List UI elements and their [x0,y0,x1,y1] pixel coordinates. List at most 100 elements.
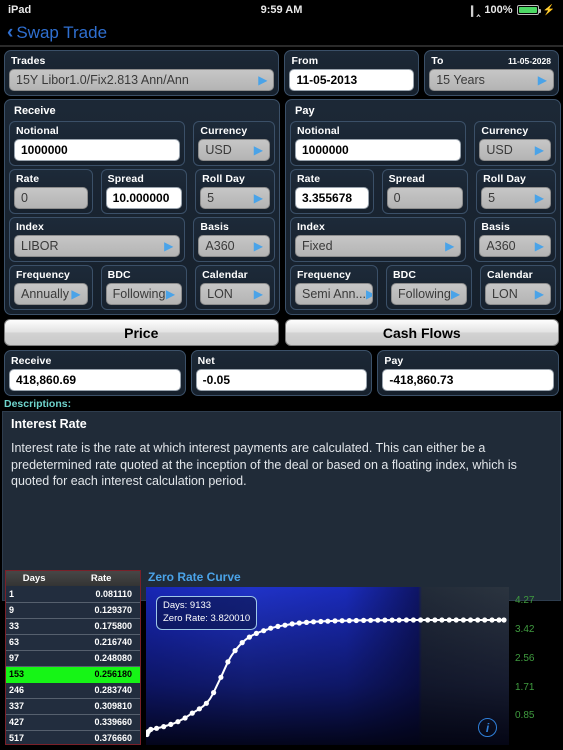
zero-rate-table-body: 1 0.081110 9 0.129370 33 0.175800 63 0.216740 97… [6,586,140,744]
cell-days: 153 [6,666,63,683]
cell-days: 427 [6,714,63,731]
pay-spread-label: Spread [388,173,425,185]
table-row[interactable]: 63 0.216740 [6,634,140,651]
pay-panel: Pay Notional 1000000 Currency USD ▶ Rate… [285,99,561,315]
result-pay-value: -418,860.73 [389,373,454,387]
pay-calendar-group: Calendar LON ▶ [480,265,556,310]
receive-index-select[interactable]: LIBOR ▶ [14,235,181,257]
pay-rollday-select[interactable]: 5 ▶ [481,187,551,209]
from-panel: From 11-05-2013 [284,50,420,96]
receive-notional-input[interactable]: 1000000 [14,139,181,161]
receive-bdc-value: Following [112,287,166,301]
receive-notional-value: 1000000 [21,143,68,157]
chevron-right-icon: ▶ [71,287,81,301]
receive-bdc-group: BDC Following ▶ [100,265,188,310]
receive-spread-input[interactable]: 10.000000 [105,187,183,209]
pay-spread-input[interactable]: 0 [386,187,464,209]
table-row[interactable]: 337 0.309810 [6,698,140,715]
pay-calendar-select[interactable]: LON ▶ [485,283,551,305]
receive-calendar-group: Calendar LON ▶ [195,265,275,310]
pay-rollday-label: Roll Day [483,173,526,185]
receive-bdc-select[interactable]: Following ▶ [105,283,183,305]
from-value: 11-05-2013 [296,73,358,87]
cell-days: 517 [6,730,63,744]
receive-notional-group: Notional 1000000 [9,121,186,166]
cell-rate: 0.129370 [62,602,140,619]
table-row[interactable]: 153 0.256180 [6,666,140,683]
pay-index-select[interactable]: Fixed ▶ [295,235,462,257]
chevron-right-icon: ▶ [534,239,544,253]
receive-calendar-select[interactable]: LON ▶ [200,283,270,305]
receive-index-group: Index LIBOR ▶ [9,217,186,262]
trades-value: 15Y Libor1.0/Fix2.813 Ann/Ann [16,73,189,87]
table-row[interactable]: 517 0.376660 [6,730,140,744]
pay-basis-select[interactable]: A360 ▶ [479,235,551,257]
price-button[interactable]: Price [4,319,279,346]
zero-rate-table: Days Rate 1 0.081110 9 0.129370 33 0.175800 63… [6,571,140,744]
cell-days: 9 [6,602,63,619]
table-row[interactable]: 1 0.081110 [6,586,140,603]
result-receive-panel: Receive 418,860.69 [4,350,186,396]
table-row[interactable]: 97 0.248080 [6,650,140,667]
pay-rate-label: Rate [297,173,321,185]
chart-plot-area[interactable]: Days: 9133 Zero Rate: 3.820010 i [144,587,509,745]
zero-rate-section: Days Rate 1 0.081110 9 0.129370 33 0.175800 63… [0,570,563,750]
pay-notional-input[interactable]: 1000000 [295,139,462,161]
y-axis-tick: 2.56 [515,652,535,664]
receive-currency-label: Currency [200,125,248,137]
pay-calendar-label: Calendar [487,269,533,281]
column-header-days: Days [6,571,63,586]
back-button[interactable]: ‹ Swap Trade [7,23,107,43]
pay-frequency-label: Frequency [297,269,351,281]
table-row[interactable]: 246 0.283740 [6,682,140,699]
pay-currency-value: USD [486,143,513,157]
cell-days: 337 [6,698,63,715]
receive-spread-group: Spread 10.000000 [100,169,188,214]
cash-flows-button[interactable]: Cash Flows [284,319,559,346]
receive-index-label: Index [16,221,44,233]
receive-basis-select[interactable]: A360 ▶ [198,235,270,257]
pay-bdc-select[interactable]: Following ▶ [391,283,468,305]
result-receive-label: Receive [11,355,52,367]
from-label: From [291,55,319,67]
cell-rate: 0.216740 [62,634,140,651]
to-select[interactable]: 15 Years ▶ [429,69,554,91]
cell-rate: 0.376660 [62,730,140,744]
trades-select[interactable]: 15Y Libor1.0/Fix2.813 Ann/Ann ▶ [9,69,275,91]
battery-percent: 100% [484,4,513,16]
chevron-right-icon: ▶ [253,239,263,253]
legs-row: Receive Notional 1000000 Currency USD ▶ [4,99,561,315]
descriptions-label: Descriptions: [4,398,72,410]
info-icon[interactable]: i [478,718,497,737]
receive-currency-value: USD [205,143,232,157]
column-header-rate: Rate [62,571,140,586]
zero-rate-chart: Zero Rate Curve Days: 9133 Zero Rate: 3.… [144,570,509,750]
descriptions-title: Interest Rate [11,417,87,431]
chart-title: Zero Rate Curve [148,570,241,584]
pay-basis-value: A360 [486,239,516,253]
receive-rate-input[interactable]: 0 [14,187,88,209]
zero-rate-table-wrap[interactable]: Days Rate 1 0.081110 9 0.129370 33 0.175800 63… [5,570,141,745]
pay-currency-select[interactable]: USD ▶ [479,139,551,161]
pay-frequency-select[interactable]: Semi Ann... ▶ [295,283,373,305]
pay-index-value: Fixed [302,239,333,253]
table-row[interactable]: 9 0.129370 [6,602,140,619]
cell-rate: 0.309810 [62,698,140,715]
pay-rate-value: 3.355678 [302,191,353,205]
battery-icon [516,5,541,15]
pay-rate-input[interactable]: 3.355678 [295,187,369,209]
receive-currency-select[interactable]: USD ▶ [198,139,270,161]
pay-bdc-group: BDC Following ▶ [386,265,473,310]
receive-rollday-select[interactable]: 5 ▶ [200,187,270,209]
pay-notional-label: Notional [297,125,340,137]
receive-frequency-select[interactable]: Annually ▶ [14,283,88,305]
from-input[interactable]: 11-05-2013 [289,69,415,91]
table-row[interactable]: 33 0.175800 [6,618,140,635]
receive-rate-label: Rate [16,173,40,185]
cell-rate: 0.283740 [62,682,140,699]
pay-rollday-value: 5 [488,191,496,205]
trade-header-row: Trades 15Y Libor1.0/Fix2.813 Ann/Ann ▶ F… [4,50,559,96]
y-axis-tick: 4.27 [515,595,535,607]
table-row[interactable]: 427 0.339660 [6,714,140,731]
pay-frequency-group: Frequency Semi Ann... ▶ [290,265,378,310]
